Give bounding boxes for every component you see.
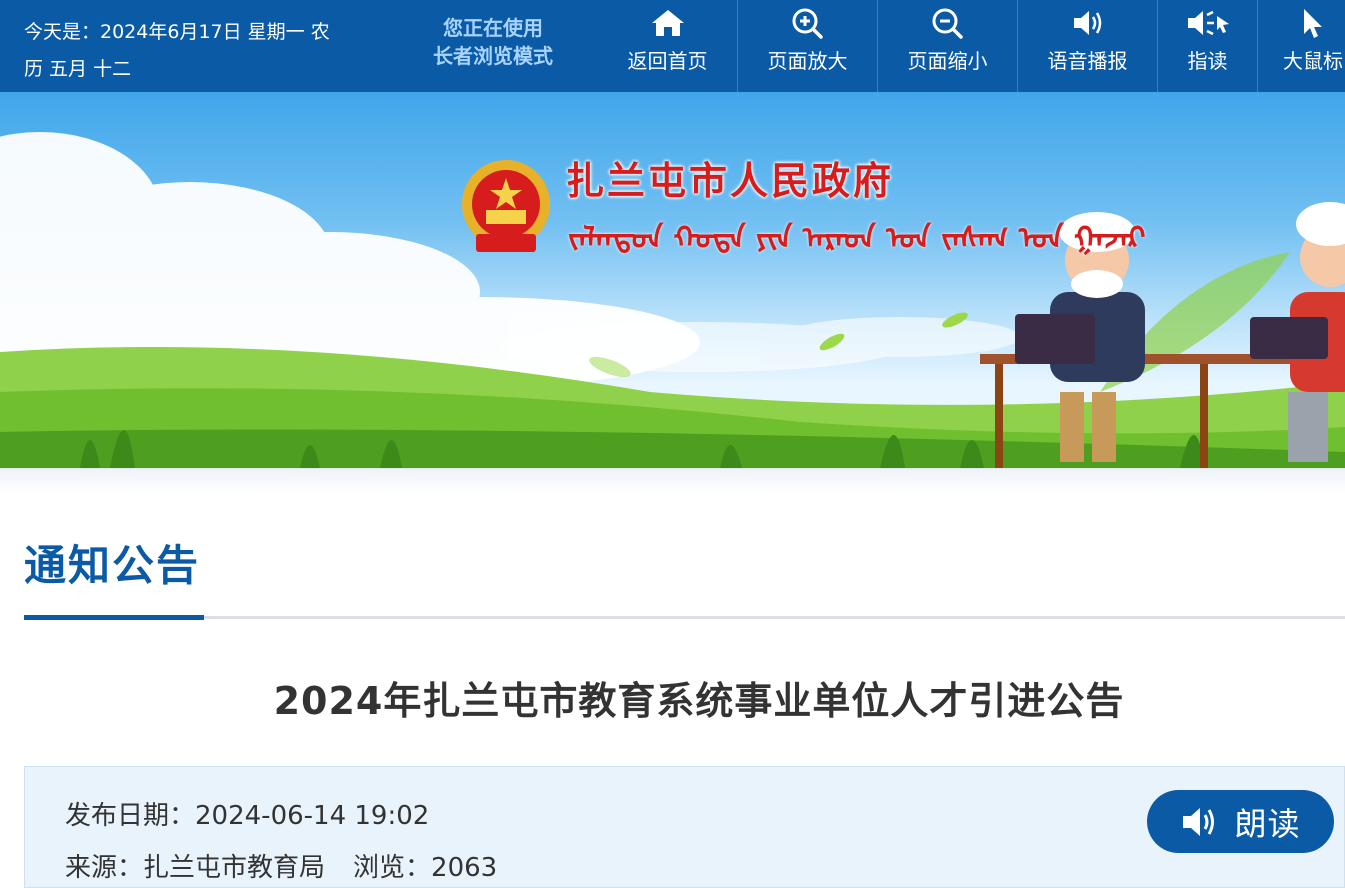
- point-read-label: 指读: [1187, 49, 1228, 73]
- toolbar-tools: 返回首页 页面放大 页面缩小 语音播报 指读 大鼠标: [598, 0, 1345, 92]
- home-icon: [651, 10, 684, 36]
- point-read-icon: [1187, 10, 1229, 36]
- elder-mode-notice: 您正在使用 长者浏览模式: [418, 14, 568, 70]
- date-display: 今天是：2024年6月17日 星期一 农 历 五月 十二: [24, 14, 354, 88]
- date-line-1: 今天是：2024年6月17日 星期一 农: [24, 21, 330, 43]
- zoom-in-button[interactable]: 页面放大: [738, 0, 878, 92]
- source-row: 来源：扎兰屯市教育局 浏览：2063: [65, 847, 497, 884]
- views-count: 2063: [431, 853, 498, 883]
- section-underline: [24, 615, 1345, 620]
- speaker-icon: [1073, 11, 1101, 35]
- site-subtitle-mongolian: ᠵᠠᠯᠠᠨᠲᠤᠨ ᠬᠣᠲᠠ ᠶᠢᠨ ᠠᠷᠠᠳ ᠤᠨ ᠵᠠᠰᠠᠭ ᠤᠨ ᠭᠠᠵᠠᠷ: [568, 221, 1146, 256]
- accessibility-toolbar: 今天是：2024年6月17日 星期一 农 历 五月 十二 您正在使用 长者浏览模…: [0, 0, 1345, 92]
- views-label: 浏览：: [353, 853, 432, 883]
- home-label: 返回首页: [627, 49, 708, 73]
- publish-date-row: 发布日期：2024-06-14 19:02: [65, 795, 429, 832]
- article-meta-box: 发布日期：2024-06-14 19:02 来源：扎兰屯市教育局 浏览：2063 …: [24, 766, 1345, 888]
- big-cursor-button[interactable]: 大鼠标: [1258, 0, 1345, 92]
- publish-date-label: 发布日期：: [65, 801, 196, 831]
- home-button[interactable]: 返回首页: [598, 0, 738, 92]
- zoom-in-label: 页面放大: [767, 49, 848, 73]
- cursor-icon: [1304, 9, 1322, 38]
- voice-broadcast-button[interactable]: 语音播报: [1018, 0, 1158, 92]
- source-value: 扎兰屯市教育局: [143, 853, 326, 883]
- national-emblem: [462, 160, 550, 252]
- zoom-in-icon: [792, 8, 823, 39]
- point-read-button[interactable]: 指读: [1158, 0, 1258, 92]
- zoom-out-icon: [932, 8, 963, 39]
- section-title: 通知公告: [24, 541, 201, 590]
- mode-line-1: 您正在使用: [443, 16, 543, 40]
- site-title: 扎兰屯市人民政府: [566, 159, 895, 203]
- zoom-out-label: 页面缩小: [907, 49, 988, 73]
- big-cursor-label: 大鼠标: [1283, 49, 1343, 73]
- publish-date-value: 2024-06-14 19:02: [195, 801, 430, 831]
- source-label: 来源：: [65, 853, 144, 883]
- zoom-out-button[interactable]: 页面缩小: [878, 0, 1018, 92]
- date-line-2: 历 五月 十二: [24, 58, 132, 80]
- article-title: 2024年扎兰屯市教育系统事业单位人才引进公告: [273, 679, 1125, 723]
- site-banner: 扎兰屯市人民政府 ᠵᠠᠯᠠᠨᠲᠤᠨ ᠬᠣᠲᠠ ᠶᠢᠨ ᠠᠷᠠᠳ ᠤᠨ ᠵᠠᠰᠠᠭ…: [0, 92, 1345, 468]
- banner-scenery: [0, 132, 1345, 468]
- banner-divider: [0, 468, 1345, 494]
- voice-broadcast-label: 语音播报: [1047, 49, 1128, 73]
- mode-line-2: 长者浏览模式: [433, 44, 553, 68]
- read-aloud-label: 朗读: [1234, 804, 1301, 843]
- speaker-icon: [1183, 807, 1215, 836]
- section-underline-accent: [24, 615, 204, 620]
- read-aloud-button[interactable]: 朗读: [1147, 790, 1334, 853]
